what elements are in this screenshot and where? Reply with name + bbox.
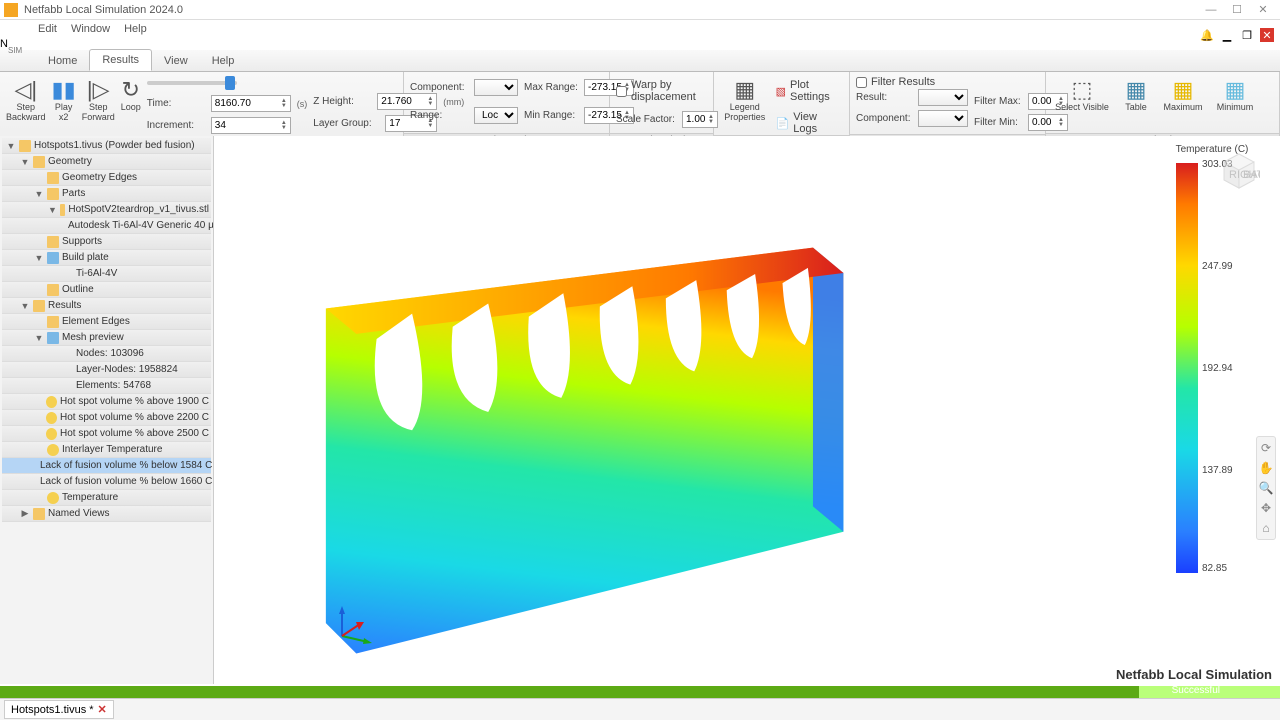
filter-min-label: Filter Min:: [974, 117, 1024, 128]
component-select[interactable]: [474, 79, 518, 96]
sim-label: SIM: [8, 46, 22, 55]
tree-item[interactable]: Geometry Edges: [2, 170, 211, 186]
time-label: Time:: [147, 98, 207, 109]
tree-item[interactable]: ▼Results: [2, 298, 211, 314]
close-button[interactable]: ✕: [1250, 3, 1276, 16]
maximize-button[interactable]: ☐: [1224, 3, 1250, 16]
zoom-icon[interactable]: 🔍: [1259, 481, 1274, 495]
app-logo-icon: [4, 3, 18, 17]
tree-item[interactable]: ▼Mesh preview: [2, 330, 211, 346]
tree-item[interactable]: Lack of fusion volume % below 1660 C: [2, 474, 211, 490]
color-legend: Temperature (C) 303.03 247.99 192.94 137…: [1172, 144, 1252, 573]
min-icon[interactable]: ▁: [1220, 28, 1234, 42]
status-text: Successful: [1172, 685, 1220, 696]
filter-result-label: Result:: [856, 92, 914, 103]
maximum-button[interactable]: ▦Maximum: [1160, 75, 1206, 113]
pan-icon[interactable]: ✋: [1259, 461, 1274, 475]
tab-results[interactable]: Results: [89, 49, 152, 71]
netfabb-logo-icon: N: [0, 38, 1280, 50]
tree-item[interactable]: Interlayer Temperature: [2, 442, 211, 458]
component-label: Component:: [410, 82, 470, 93]
tab-help[interactable]: Help: [200, 51, 247, 71]
close-doc-icon[interactable]: ✕: [98, 703, 107, 716]
tree-item[interactable]: Temperature: [2, 490, 211, 506]
tree-item[interactable]: ▼Parts: [2, 186, 211, 202]
time-slider[interactable]: [147, 81, 237, 85]
tree-item[interactable]: Hot spot volume % above 1900 C: [2, 394, 211, 410]
tree-item[interactable]: ▼Build plate: [2, 250, 211, 266]
increment-input[interactable]: 34▲▼: [211, 117, 291, 134]
table-button[interactable]: ▦Table: [1118, 75, 1154, 113]
maxrange-label: Max Range:: [524, 82, 580, 93]
tree-item[interactable]: Element Edges: [2, 314, 211, 330]
zheight-label: Z Height:: [313, 96, 373, 107]
tree-item[interactable]: Hot spot volume % above 2500 C: [2, 426, 211, 442]
menu-window[interactable]: Window: [71, 23, 110, 35]
legend-properties-button[interactable]: ▦Legend Properties: [720, 75, 770, 123]
increment-label: Increment:: [147, 120, 207, 131]
tree-item[interactable]: Lack of fusion volume % below 1584 C: [2, 458, 211, 474]
view-cube-icon[interactable]: RIGHTBACK: [1218, 148, 1260, 190]
tree-item[interactable]: ▶Named Views: [2, 506, 211, 522]
tree-item[interactable]: Layer-Nodes: 1958824: [2, 362, 211, 378]
select-visible-button[interactable]: ⬚Select Visible: [1052, 75, 1112, 113]
minimum-button[interactable]: ▦Minimum: [1212, 75, 1258, 113]
home-icon[interactable]: ⌂: [1262, 521, 1269, 535]
range-select[interactable]: Local: [474, 107, 518, 124]
filter-comp-select[interactable]: [918, 110, 968, 127]
play-button[interactable]: ▮▮Play x2: [52, 75, 76, 123]
brand-text: Netfabb Local Simulation: [1116, 667, 1272, 682]
view-tools: ⟳ ✋ 🔍 ✥ ⌂: [1256, 436, 1276, 540]
tree-item[interactable]: Hot spot volume % above 2200 C: [2, 410, 211, 426]
tree-item[interactable]: ▼Hotspots1.tivus (Powder bed fusion): [2, 138, 211, 154]
footer-bar: Hotspots1.tivus *✕: [0, 698, 1280, 720]
step-backward-button[interactable]: ◁|Step Backward: [6, 75, 46, 123]
minrange-label: Min Range:: [524, 110, 580, 121]
quick-access: 🔔 ▁ ❐ ✕: [1200, 28, 1274, 42]
tab-home[interactable]: Home: [36, 51, 89, 71]
progress-bar: Successful: [0, 686, 1280, 698]
scalefactor-input[interactable]: 1.00▲▼: [682, 111, 718, 128]
restore-icon[interactable]: ❐: [1240, 28, 1254, 42]
filter-result-select[interactable]: [918, 89, 968, 106]
tree-item[interactable]: ▼HotSpotV2teardrop_v1_tivus.stl: [2, 202, 211, 218]
tree-item[interactable]: Supports: [2, 234, 211, 250]
document-tab[interactable]: Hotspots1.tivus *✕: [4, 700, 114, 719]
tree-item[interactable]: Ti-6Al-4V: [2, 266, 211, 282]
filter-comp-label: Component:: [856, 113, 914, 124]
filter-results-checkbox[interactable]: Filter Results: [856, 76, 968, 88]
filter-max-label: Filter Max:: [974, 96, 1024, 107]
menu-edit[interactable]: Edit: [38, 23, 57, 35]
title-bar: Netfabb Local Simulation 2024.0 — ☐ ✕: [0, 0, 1280, 20]
plot-settings-button[interactable]: ▧Plot Settings: [776, 79, 843, 103]
window-title: Netfabb Local Simulation 2024.0: [24, 4, 1198, 16]
model-tree[interactable]: ▼Hotspots1.tivus (Powder bed fusion)▼Geo…: [0, 136, 214, 684]
viewport-3d[interactable]: Temperature (C) 303.03 247.99 192.94 137…: [214, 136, 1280, 684]
svg-text:BACK: BACK: [1243, 169, 1260, 181]
warp-checkbox[interactable]: Warp by displacement: [616, 79, 718, 103]
tree-item[interactable]: Autodesk Ti-6Al-4V Generic 40 µm: [2, 218, 211, 234]
layergroup-label: Layer Group:: [313, 118, 381, 129]
tree-item[interactable]: Elements: 54768: [2, 378, 211, 394]
tree-item[interactable]: Outline: [2, 282, 211, 298]
step-forward-button[interactable]: |▷Step Forward: [82, 75, 115, 123]
ribbon-tabs: Home Results View Help: [0, 50, 1280, 72]
menu-bar: Edit Window Help: [0, 20, 1280, 38]
axes-icon: [334, 604, 374, 644]
tree-item[interactable]: ▼Geometry: [2, 154, 211, 170]
range-label: Range:: [410, 110, 470, 121]
menu-help[interactable]: Help: [124, 23, 147, 35]
time-input[interactable]: 8160.70▲▼: [211, 95, 291, 112]
loop-button[interactable]: ↻Loop: [121, 75, 141, 113]
minimize-button[interactable]: —: [1198, 4, 1224, 16]
bell-icon[interactable]: 🔔: [1200, 28, 1214, 42]
scalefactor-label: Scale Factor:: [616, 114, 678, 125]
view-logs-button[interactable]: 📄View Logs: [776, 111, 843, 135]
orbit-icon[interactable]: ⟳: [1261, 441, 1271, 455]
more-icon[interactable]: ✥: [1261, 501, 1271, 515]
tree-item[interactable]: Nodes: 103096: [2, 346, 211, 362]
tab-view[interactable]: View: [152, 51, 200, 71]
close-red-icon[interactable]: ✕: [1260, 28, 1274, 42]
simulation-render: [214, 136, 1280, 684]
